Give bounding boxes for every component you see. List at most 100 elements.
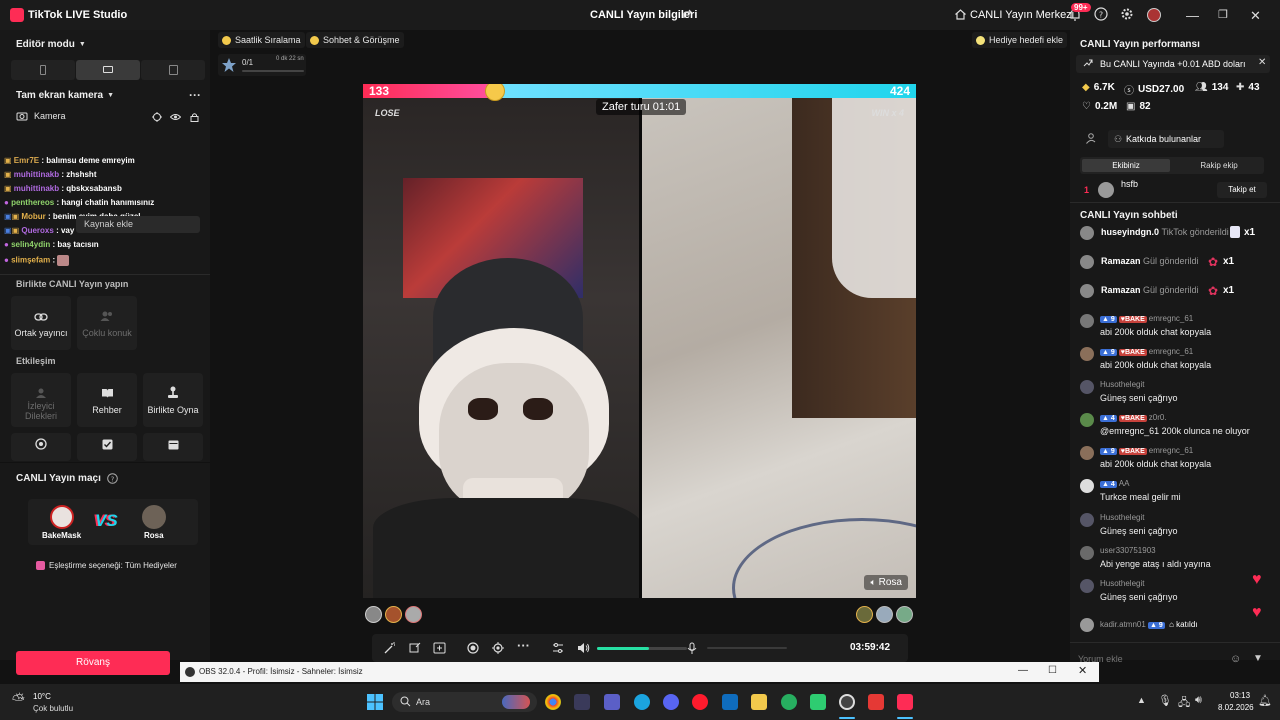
rematch-button[interactable]: Rövanş: [16, 651, 170, 675]
live-preview[interactable]: 133 424 Zafer turu 01:01 LOSE WIN x 4 🔈︎…: [363, 84, 916, 598]
mail-icon[interactable]: [722, 694, 738, 710]
add-gift-goal-button[interactable]: Hediye hedefi ekle: [972, 32, 1068, 48]
capture-icon[interactable]: [492, 642, 504, 654]
opponent-name-tag[interactable]: 🔈︎ Rosa: [864, 575, 908, 590]
share-icon[interactable]: [682, 8, 694, 20]
magic-wand-icon[interactable]: [384, 642, 396, 654]
gift-icon: [36, 561, 45, 570]
follow-button[interactable]: Takip et: [1217, 182, 1267, 198]
store-icon[interactable]: [574, 694, 590, 710]
lock-icon[interactable]: [190, 112, 199, 122]
chat-message: ▲ 9 ♥BAKE emregnc_61 abi 200k olduk chat k…: [1078, 347, 1272, 377]
gear-icon[interactable]: [1120, 7, 1134, 21]
edge-icon[interactable]: [634, 694, 650, 710]
chat-message: Husothelegit Güneş seni çağrıyo: [1078, 513, 1272, 543]
tab-rival[interactable]: Rakip ekip: [1176, 159, 1262, 172]
teams-icon[interactable]: [604, 694, 620, 710]
network-icon[interactable]: 🖧︎: [1178, 694, 1190, 713]
co-host-button[interactable]: Ortak yayıncı: [11, 296, 71, 350]
weather-icon[interactable]: ⛅︎: [12, 692, 25, 710]
eye-icon[interactable]: [170, 112, 181, 122]
volume-icon[interactable]: 🔊︎: [1195, 694, 1202, 707]
comment-input[interactable]: [1078, 650, 1246, 668]
notification-icon[interactable]: 🔔︎: [1258, 694, 1272, 707]
landscape-layout-button[interactable]: [76, 60, 140, 80]
hourly-ranking-tab[interactable]: Saatlik Sıralama: [218, 32, 305, 48]
live-center-link[interactable]: CANLI Yayın Merkezi: [970, 9, 1074, 21]
maximize-button[interactable]: ❐: [1218, 8, 1228, 21]
clock-time[interactable]: 03:13: [1230, 691, 1250, 700]
portrait-layout-button[interactable]: [11, 60, 75, 80]
play-together-button[interactable]: Birlikte Oyna: [143, 373, 203, 427]
emoji-icon[interactable]: ☺: [1230, 653, 1241, 665]
close-icon[interactable]: ✕: [1258, 57, 1266, 68]
record-icon[interactable]: [467, 642, 479, 654]
collab-section-title: Birlikte CANLI Yayın yapın: [16, 279, 129, 289]
minimize-button[interactable]: —: [1186, 8, 1199, 23]
volume-slider[interactable]: [597, 647, 687, 650]
mic-slider[interactable]: [707, 647, 787, 649]
match-option[interactable]: Eşleştirme seçeneği: Tüm Hediyeler: [49, 561, 177, 570]
tiktok-icon[interactable]: [897, 694, 913, 710]
effects-icon[interactable]: [409, 642, 421, 654]
more-icon[interactable]: ···: [189, 88, 201, 102]
player-2-name: Rosa: [144, 531, 164, 540]
new-followers-stat: ✚ 43: [1236, 82, 1260, 93]
scene-dropdown[interactable]: Tam ekran kamera ▼: [16, 90, 114, 101]
search-icon: [400, 696, 411, 707]
obs-window-titlebar[interactable]: OBS 32.0.4 - Profil: İsimsiz - Sahneler:…: [180, 662, 1099, 682]
tray-chevron-icon[interactable]: ▲: [1137, 695, 1146, 705]
microphone-icon[interactable]: [687, 642, 697, 655]
obs-icon[interactable]: [839, 694, 855, 710]
multi-guest-button[interactable]: Çoklu konuk: [77, 296, 137, 350]
home-icon[interactable]: [954, 8, 967, 21]
mixer-icon[interactable]: [552, 642, 564, 654]
speaker-icon[interactable]: [577, 642, 590, 654]
folder-icon[interactable]: [751, 694, 767, 710]
app-icon[interactable]: [810, 694, 826, 710]
avatar: [1080, 546, 1094, 560]
multi-layout-button[interactable]: [141, 60, 205, 80]
youtube-icon[interactable]: [868, 694, 884, 710]
avatar: [50, 505, 74, 529]
close-button[interactable]: ✕: [1078, 664, 1087, 677]
camera-source-row[interactable]: Kamera: [16, 111, 66, 121]
avatar: [1080, 479, 1094, 493]
crosshair-icon[interactable]: [152, 112, 162, 122]
svg-text:?: ?: [1099, 11, 1103, 20]
mini-goal-widget[interactable]: 0/1 0 dk 22 sn: [218, 54, 306, 76]
clock-date[interactable]: 8.02.2026: [1218, 703, 1254, 712]
opera-icon[interactable]: [692, 694, 708, 710]
star-icon: [221, 57, 237, 73]
tab-team[interactable]: Ekibiniz: [1082, 159, 1170, 172]
diamond-icon: ◆: [1082, 82, 1090, 93]
chat-meet-tab[interactable]: Sohbet & Görüşme: [306, 32, 404, 48]
chrome-canary-icon[interactable]: [781, 694, 797, 710]
microphone-icon[interactable]: 🎙︎: [1158, 694, 1172, 707]
layout-icon[interactable]: [433, 642, 446, 654]
search-box[interactable]: Ara: [392, 692, 537, 712]
avatar[interactable]: [1147, 8, 1161, 22]
contributors-button[interactable]: ⚇ Katkıda bulunanlar: [1108, 130, 1224, 148]
chrome-icon[interactable]: [545, 694, 561, 710]
close-button[interactable]: ✕: [1250, 8, 1261, 24]
help-icon[interactable]: ?: [107, 473, 118, 484]
viewer-requests-button[interactable]: İzleyici Dilekleri: [11, 373, 71, 427]
people-icon: [77, 296, 137, 322]
checklist-button[interactable]: [77, 433, 137, 461]
person-settings-icon[interactable]: [1086, 133, 1098, 144]
discord-icon[interactable]: [663, 694, 679, 710]
filter-icon[interactable]: ▼: [1253, 653, 1263, 664]
editor-mode-dropdown[interactable]: Editör modu ▼: [16, 39, 86, 50]
more-icon[interactable]: ···: [517, 638, 530, 653]
book-icon: [77, 373, 137, 399]
guide-button[interactable]: Rehber: [77, 373, 137, 427]
help-icon[interactable]: ?: [1094, 7, 1108, 21]
avatar: [405, 606, 422, 623]
chat-message: user330751903 Abi yenge ataş ı aldı yayı…: [1078, 546, 1272, 576]
target-tool-button[interactable]: [11, 433, 71, 461]
minimize-button[interactable]: —: [1018, 665, 1028, 676]
maximize-button[interactable]: ☐: [1048, 665, 1057, 676]
windows-start-icon[interactable]: [367, 694, 383, 710]
box-tool-button[interactable]: [143, 433, 203, 461]
